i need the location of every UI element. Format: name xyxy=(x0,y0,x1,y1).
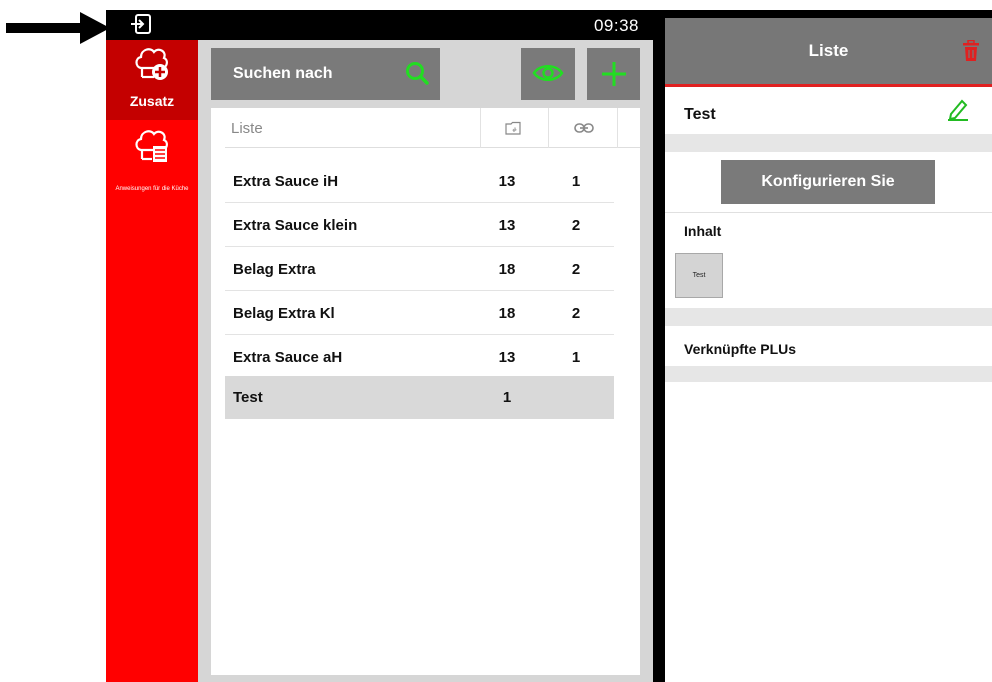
trash-icon[interactable] xyxy=(962,40,980,62)
row-name: Extra Sauce iH xyxy=(233,173,339,190)
table-row[interactable]: Extra Sauce aH 13 1 xyxy=(225,336,614,379)
add-button[interactable] xyxy=(587,48,640,100)
row-name: Test xyxy=(233,389,263,406)
section-spacer xyxy=(665,134,992,152)
toggle-visibility-button[interactable] xyxy=(521,48,575,100)
linked-plus-label: Verknüpfte PLUs xyxy=(684,341,797,357)
chef-hat-list-icon xyxy=(135,130,168,162)
row-count: 1 xyxy=(502,389,512,406)
column-header-name: Liste xyxy=(231,120,263,137)
row-count: 18 xyxy=(498,305,516,322)
panel-top-border xyxy=(653,10,992,18)
row-name: Belag Extra Kl xyxy=(233,305,335,322)
sidebar: Zusatz Anweisungen für die Küche xyxy=(106,40,198,682)
section-spacer xyxy=(665,308,992,326)
detail-panel: Liste Test Konfigurieren Sie Inhalt Test… xyxy=(665,18,992,672)
list-header: Liste # xyxy=(225,108,640,148)
status-bar: 09:38 xyxy=(106,10,653,40)
table-row[interactable]: Belag Extra 18 2 xyxy=(225,248,614,291)
detail-header: Liste xyxy=(665,18,992,87)
divider xyxy=(665,212,992,213)
table-row-selected[interactable]: Test 1 xyxy=(225,376,614,419)
row-count: 13 xyxy=(498,349,516,366)
content-section-label: Inhalt xyxy=(684,223,722,239)
row-links: 1 xyxy=(571,173,581,190)
plus-icon xyxy=(602,62,626,86)
chef-hat-add-icon xyxy=(135,48,168,80)
list-table: Liste # Extra Sauce iH 13 1 Extra Sauce … xyxy=(211,108,640,675)
pencil-icon[interactable] xyxy=(947,97,969,121)
column-divider xyxy=(617,108,618,148)
eye-icon xyxy=(532,65,564,81)
search-icon[interactable] xyxy=(404,60,430,86)
row-name: Extra Sauce klein xyxy=(233,217,358,234)
row-count: 13 xyxy=(498,217,516,234)
row-links: 2 xyxy=(571,261,581,278)
annotation-arrow xyxy=(6,12,110,44)
table-row[interactable]: Belag Extra Kl 18 2 xyxy=(225,292,614,335)
exit-icon[interactable] xyxy=(130,13,152,35)
table-row[interactable]: Extra Sauce iH 13 1 xyxy=(225,160,614,203)
panel-separator xyxy=(653,10,665,682)
link-icon xyxy=(574,123,594,133)
sidebar-item-label: Anweisungen für die Küche xyxy=(115,186,189,192)
search-placeholder: Suchen nach xyxy=(233,65,333,82)
content-item-chip[interactable]: Test xyxy=(675,253,723,298)
row-links: 2 xyxy=(571,305,581,322)
sidebar-item-label: Zusatz xyxy=(129,93,175,109)
item-title: Test xyxy=(684,106,716,123)
sidebar-item-zusatz[interactable]: Zusatz xyxy=(106,40,198,120)
column-divider xyxy=(548,108,549,148)
row-count: 13 xyxy=(498,173,516,190)
folder-icon: # xyxy=(505,121,521,135)
svg-text:#: # xyxy=(512,127,517,134)
column-divider xyxy=(480,108,481,148)
clock: 09:38 xyxy=(593,16,639,35)
search-input[interactable]: Suchen nach xyxy=(211,48,440,100)
table-row[interactable]: Extra Sauce klein 13 2 xyxy=(225,204,614,247)
row-links: 1 xyxy=(571,349,581,366)
configure-button[interactable]: Konfigurieren Sie xyxy=(721,160,935,204)
row-count: 18 xyxy=(498,261,516,278)
detail-header-title: Liste xyxy=(808,41,849,60)
sidebar-item-anweisungen[interactable]: Anweisungen für die Küche xyxy=(106,120,198,200)
section-spacer xyxy=(665,366,992,382)
row-links: 2 xyxy=(571,217,581,234)
row-name: Belag Extra xyxy=(233,261,316,278)
row-name: Extra Sauce aH xyxy=(233,349,343,366)
